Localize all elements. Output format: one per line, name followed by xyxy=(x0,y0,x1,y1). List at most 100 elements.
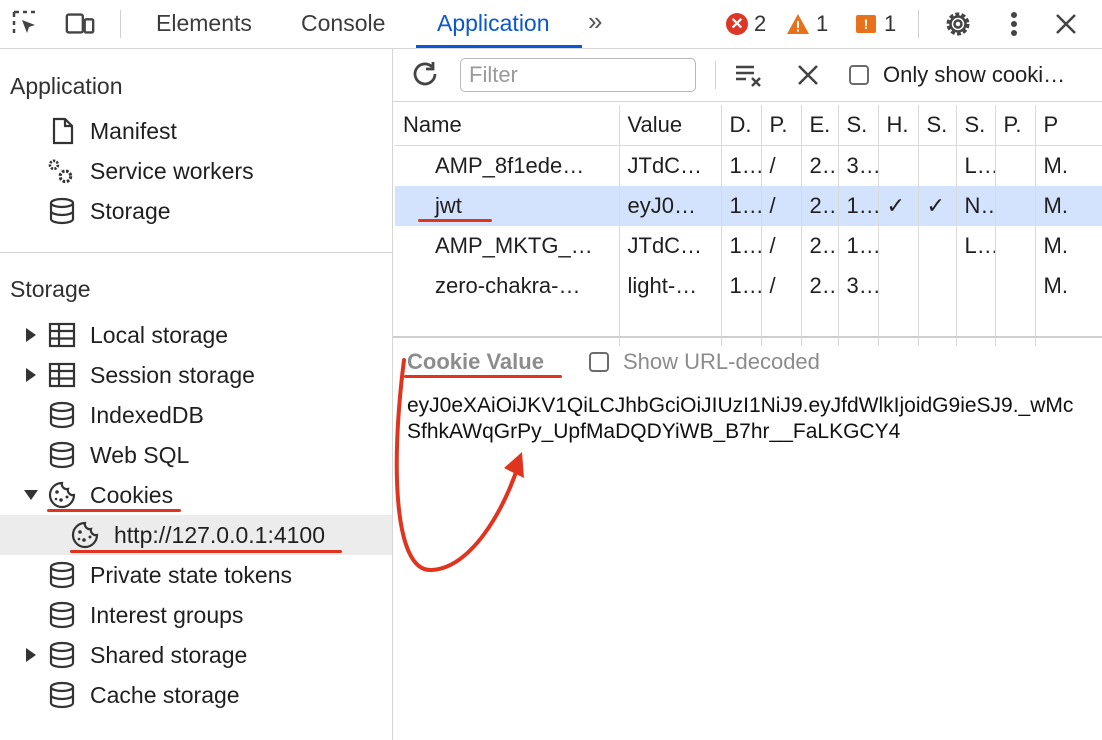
sidebar-item-cookie-origin[interactable]: http://127.0.0.1:4100 xyxy=(0,515,392,555)
table-cell xyxy=(995,266,1036,306)
column-header[interactable]: S. xyxy=(838,105,879,146)
clear-all-icon[interactable] xyxy=(733,59,765,91)
table-icon xyxy=(47,320,77,350)
sidebar-item-label: Shared storage xyxy=(90,641,248,668)
sidebar-item-label: Manifest xyxy=(90,117,177,144)
collapse-arrow-icon[interactable] xyxy=(24,490,38,500)
sidebar-item-manifest[interactable]: Manifest xyxy=(0,111,392,151)
cookie-value-text: eyJ0eXAiOiJKV1QiLCJhbGciOiJIUzI1NiJ9.eyJ… xyxy=(407,394,1074,443)
table-cell: zero-chakra-… xyxy=(395,266,620,306)
column-header[interactable]: P. xyxy=(761,105,802,146)
document-icon xyxy=(48,116,78,146)
annotation-underline-cookies xyxy=(47,509,181,512)
database-icon xyxy=(47,680,77,710)
close-icon[interactable] xyxy=(1050,8,1082,40)
inspect-icon[interactable] xyxy=(10,8,42,40)
refresh-icon[interactable] xyxy=(409,59,441,91)
device-toolbar-icon[interactable] xyxy=(64,8,96,40)
database-icon xyxy=(47,400,77,430)
table-cell: JTdC… xyxy=(619,145,722,186)
table-cell: / xyxy=(761,226,802,266)
only-show-label: Only show cooki… xyxy=(883,62,1066,87)
tab-application[interactable]: Application xyxy=(437,0,550,48)
only-show-issues-checkbox[interactable] xyxy=(849,65,869,85)
column-header[interactable]: D. xyxy=(721,105,762,146)
table-cell: M. xyxy=(1043,273,1068,298)
sidebar-item-label: Cookies xyxy=(90,481,174,508)
table-cell xyxy=(878,145,919,186)
warnings-badge[interactable]: 1 xyxy=(786,9,828,39)
cookie-icon xyxy=(70,520,100,550)
column-header[interactable]: P xyxy=(1035,105,1102,146)
sidebar-item-label: Interest groups xyxy=(90,601,244,628)
sidebar-item-private-state-tokens[interactable]: Private state tokens xyxy=(0,555,392,595)
application-sidebar: Application Manifest Service workers Sto… xyxy=(0,49,393,740)
expand-arrow-icon[interactable] xyxy=(26,328,36,342)
table-cell xyxy=(995,226,1036,266)
expand-arrow-icon[interactable] xyxy=(26,368,36,382)
errors-badge[interactable]: ✕ 2 xyxy=(726,9,766,39)
annotation-underline-cookie-value xyxy=(404,375,562,378)
active-tab-indicator xyxy=(416,45,582,48)
sidebar-item-interest-groups[interactable]: Interest groups xyxy=(0,595,392,635)
column-header[interactable]: Value xyxy=(619,105,722,146)
gears-icon xyxy=(46,156,76,186)
table-cell: light-… xyxy=(619,266,722,306)
table-splitter[interactable] xyxy=(393,336,1102,338)
table-cell: 2… xyxy=(801,266,839,306)
table-cell xyxy=(918,145,957,186)
issues-count: 1 xyxy=(884,11,897,36)
database-icon xyxy=(47,600,77,630)
tab-elements[interactable]: Elements xyxy=(156,0,252,48)
cookie-value-title: Cookie Value xyxy=(407,349,544,374)
delete-selected-icon[interactable] xyxy=(792,59,824,91)
more-tabs-button[interactable]: » xyxy=(588,6,602,37)
table-cell: ✓ xyxy=(878,186,919,226)
sidebar-item-local-storage[interactable]: Local storage xyxy=(0,315,392,355)
filter-input[interactable] xyxy=(460,58,696,92)
column-header[interactable]: P. xyxy=(995,105,1036,146)
sidebar-item-shared-storage[interactable]: Shared storage xyxy=(0,635,392,675)
warning-icon xyxy=(787,14,809,34)
table-cell xyxy=(918,226,957,266)
column-header[interactable]: E. xyxy=(801,105,839,146)
show-url-decoded-checkbox[interactable] xyxy=(589,352,609,372)
cookies-toolbar: Only show cooki… xyxy=(393,49,1102,102)
column-header[interactable]: H. xyxy=(878,105,919,146)
database-icon xyxy=(47,196,77,226)
table-cell: 1… xyxy=(838,186,879,226)
sidebar-item-service-workers[interactable]: Service workers xyxy=(0,151,392,191)
database-icon xyxy=(47,440,77,470)
column-header[interactable]: S. xyxy=(956,105,996,146)
table-row-empty xyxy=(395,306,1102,346)
table-cell: 1… xyxy=(838,226,879,266)
table-icon xyxy=(47,360,77,390)
table-cell xyxy=(956,266,996,306)
tab-console[interactable]: Console xyxy=(301,0,385,48)
issues-badge[interactable]: ! 1 xyxy=(856,9,896,39)
annotation-underline-origin xyxy=(70,550,342,553)
database-icon xyxy=(47,560,77,590)
more-vert-icon[interactable] xyxy=(998,8,1030,40)
table-cell xyxy=(878,226,919,266)
error-icon: ✕ xyxy=(726,13,748,35)
sidebar-item-web-sql[interactable]: Web SQL xyxy=(0,435,392,475)
sidebar-item-storage[interactable]: Storage xyxy=(0,191,392,231)
settings-gear-icon[interactable] xyxy=(942,8,974,40)
sidebar-item-session-storage[interactable]: Session storage xyxy=(0,355,392,395)
table-cell: N… xyxy=(956,186,996,226)
warnings-count: 1 xyxy=(816,11,829,36)
table-row[interactable]: AMP_8f1ede… JTdC… 1… / 2… 3… L… M. xyxy=(395,145,1102,186)
expand-arrow-icon[interactable] xyxy=(26,648,36,662)
table-row[interactable]: zero-chakra-… light-… 1… / 2… 3… M. xyxy=(395,266,1102,306)
table-row-selected[interactable]: jwt eyJ0… 1… / 2… 1… ✓ ✓ N… M. xyxy=(395,186,1102,226)
sidebar-item-cache-storage[interactable]: Cache storage xyxy=(0,675,392,715)
table-cell: L… xyxy=(956,226,996,266)
sidebar-item-indexeddb[interactable]: IndexedDB xyxy=(0,395,392,435)
table-row[interactable]: AMP_MKTG_… JTdC… 1… / 2… 1… L… M. xyxy=(395,226,1102,266)
cookie-icon xyxy=(47,480,77,510)
column-header[interactable]: S. xyxy=(918,105,957,146)
table-cell: AMP_8f1ede… xyxy=(395,145,620,186)
column-header[interactable]: Name xyxy=(395,105,620,146)
table-cell: 2… xyxy=(801,145,839,186)
